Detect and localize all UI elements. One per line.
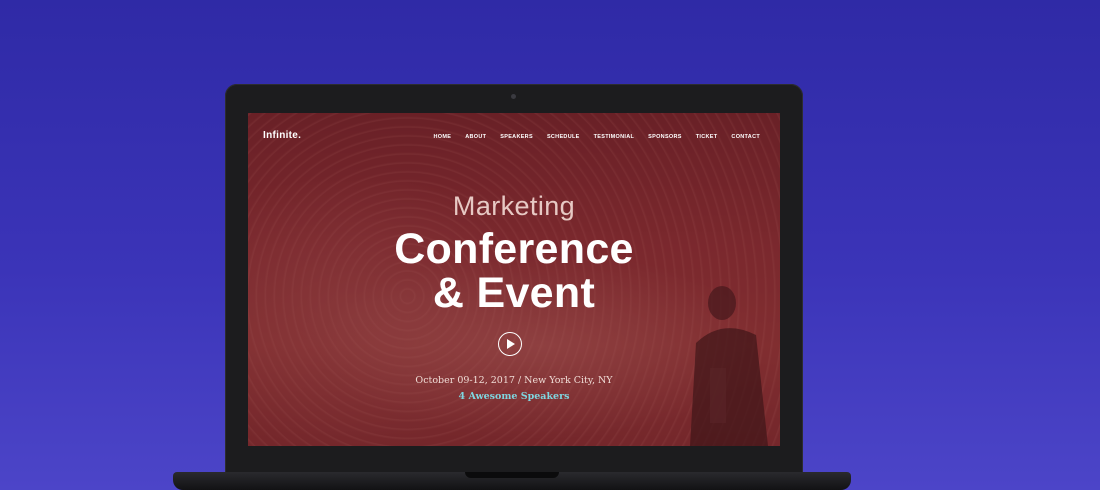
hero-title-line-1: Conference <box>394 225 634 273</box>
nav-item-contact[interactable]: CONTACT <box>731 134 760 140</box>
nav-item-schedule[interactable]: SCHEDULE <box>547 134 580 140</box>
hero-title-line-2: & Event <box>432 269 596 317</box>
nav-item-home[interactable]: HOME <box>434 134 452 140</box>
camera-icon <box>511 94 516 99</box>
nav-item-testimonial[interactable]: TESTIMONIAL <box>594 134 635 140</box>
nav-item-speakers[interactable]: SPEAKERS <box>500 134 533 140</box>
nav-item-about[interactable]: ABOUT <box>465 134 486 140</box>
laptop-notch <box>465 472 559 478</box>
main-navigation: HOME ABOUT SPEAKERS SCHEDULE TESTIMONIAL… <box>434 134 761 140</box>
event-date-location: October 09-12, 2017 / New York City, NY <box>415 375 613 386</box>
nav-item-ticket[interactable]: TICKET <box>696 134 718 140</box>
hero-kicker: Marketing <box>452 191 576 221</box>
play-icon <box>507 339 515 349</box>
laptop-base <box>173 472 851 490</box>
play-video-button[interactable] <box>498 332 522 356</box>
nav-item-sponsors[interactable]: SPONSORS <box>648 134 682 140</box>
speakers-link[interactable]: 4 Awesome Speakers <box>248 391 780 402</box>
hero-title: Conference & Event <box>248 227 780 315</box>
site-logo[interactable]: Infinite. <box>263 130 301 141</box>
website-screen: Infinite. HOME ABOUT SPEAKERS SCHEDULE T… <box>248 113 780 446</box>
